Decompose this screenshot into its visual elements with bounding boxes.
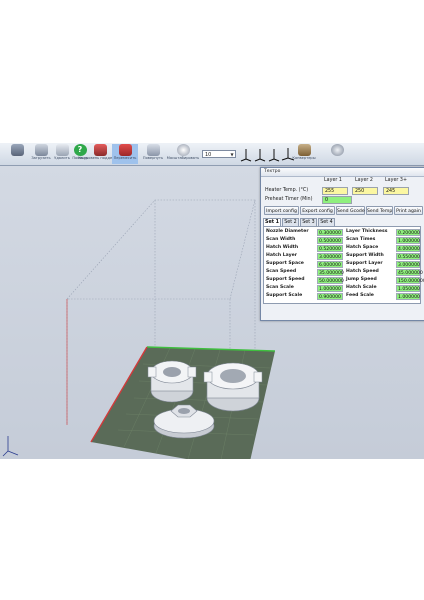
param-field[interactable]: 1.050000 — [396, 285, 420, 292]
param-field[interactable]: 45.000000 — [396, 269, 423, 276]
param-field[interactable]: 6.000000 — [317, 261, 343, 268]
tab-set-3[interactable]: Set 3 — [300, 218, 317, 226]
convert-icon — [297, 144, 311, 156]
tab-set-4[interactable]: Set 4 — [318, 218, 335, 226]
toolbar-item-delete[interactable]: Удалить — [52, 144, 72, 164]
param-field[interactable]: 1.000000 — [396, 237, 420, 244]
param-label: Support Space — [266, 261, 304, 266]
toolbar-item-scale[interactable]: Масштабировать — [166, 144, 200, 164]
param-label: Hatch Scale — [346, 285, 377, 290]
layer-1-header: Layer 1 — [324, 178, 342, 183]
param-field[interactable]: 4.000000 — [396, 245, 420, 252]
toolbar-item-print[interactable] — [9, 144, 25, 164]
model-part-right[interactable] — [203, 362, 263, 412]
param-field[interactable]: 0.300000 — [317, 229, 343, 236]
chevron-down-icon: ▼ — [230, 152, 234, 157]
param-label: Support Speed — [266, 277, 305, 282]
axis-z-icon[interactable] — [268, 149, 280, 162]
param-label: Jump Speed — [346, 277, 377, 282]
param-label: Support Scale — [266, 293, 303, 298]
toolbar-item-settings[interactable] — [330, 144, 344, 164]
toolbar-item-convert[interactable]: Конвертеры — [290, 144, 318, 164]
export-config-button[interactable]: Export config — [300, 206, 335, 215]
param-field[interactable]: 0.500000 — [317, 237, 343, 244]
settings-icon — [330, 144, 344, 156]
param-label: Layer Thickness — [346, 229, 388, 234]
param-label: Support Width — [346, 253, 384, 258]
param-label: Scan Scale — [266, 285, 294, 290]
preheat-timer-field[interactable]: 0 — [322, 196, 352, 204]
print-again-button[interactable]: Print again — [394, 206, 423, 215]
send-temp-button[interactable]: Send Temp — [366, 206, 393, 215]
param-field[interactable]: 150.000000 — [396, 277, 424, 284]
import-config-button[interactable]: Import config — [264, 206, 299, 215]
scale-icon — [176, 144, 190, 156]
send-gcode-button[interactable]: Send Gcode — [336, 206, 365, 215]
dialog-title: Техтро — [261, 168, 424, 177]
tab-set-2[interactable]: Set 2 — [282, 218, 299, 226]
layer-3-header: Layer 3+ — [385, 178, 407, 183]
printer-icon — [10, 144, 24, 156]
param-field[interactable]: 0.200000 — [396, 229, 420, 236]
model-part-left[interactable] — [147, 360, 197, 403]
param-field[interactable]: 3.000000 — [396, 261, 420, 268]
param-field[interactable]: 1.000000 — [396, 293, 420, 300]
param-label: Scan Times — [346, 237, 376, 242]
axis-buttons — [240, 148, 295, 162]
param-label: Scan Speed — [266, 269, 297, 274]
move-icon — [118, 144, 132, 156]
heater-temp-layer1-field[interactable]: 255 — [322, 187, 348, 195]
param-label: Support Layer — [346, 261, 383, 266]
param-field[interactable]: 35.000000 — [317, 269, 344, 276]
zoom-select[interactable]: 10 ▼ — [202, 150, 236, 158]
rotate-icon — [146, 144, 160, 156]
param-field[interactable]: 0.520000 — [317, 245, 343, 252]
open-icon — [34, 144, 48, 156]
param-label: Hatch Width — [266, 245, 299, 250]
help-icon: ? — [73, 144, 87, 156]
preheat-timer-label: Preheat Timer (Min) — [265, 197, 313, 202]
heater-temp-layer2-field[interactable]: 250 — [352, 187, 378, 195]
param-label: Nozzle Diameter — [266, 229, 309, 234]
axis-y-icon[interactable] — [254, 149, 266, 162]
param-label: Scan Width — [266, 237, 296, 242]
toolbar-item-rotate[interactable]: Повернуть — [141, 144, 165, 164]
param-label: Hatch Space — [346, 245, 379, 250]
param-field[interactable]: 0.900000 — [317, 293, 343, 300]
param-label: Hatch Speed — [346, 269, 379, 274]
param-field[interactable]: 1.000000 — [317, 285, 343, 292]
toolbar-item-open[interactable]: Загрузить — [27, 144, 55, 164]
heater-temp-layer3-field[interactable]: 245 — [383, 187, 409, 195]
param-field[interactable]: 50.000000 — [317, 277, 344, 284]
heater-temp-label: Heater Temp. (°C) — [265, 188, 309, 193]
support-icon — [93, 144, 107, 156]
axis-x-icon[interactable] — [240, 149, 252, 162]
param-field[interactable]: 3.000000 — [317, 253, 343, 260]
toolbar-item-support[interactable]: На уровень поддержки — [78, 144, 122, 164]
main-toolbar: Загрузить Удалить ? Помощь На уровень по… — [0, 143, 424, 166]
axis-triad — [2, 436, 19, 457]
settings-panel: Nozzle Diameter 0.300000 Scan Width 0.50… — [263, 226, 424, 304]
param-field[interactable]: 0.550000 — [396, 253, 420, 260]
param-label: Feed Scale — [346, 293, 374, 298]
param-label: Hatch Layer — [266, 253, 297, 258]
delete-icon — [55, 144, 69, 156]
layer-2-header: Layer 2 — [355, 178, 373, 183]
toolbar-item-move[interactable]: Перемесить — [112, 144, 138, 164]
